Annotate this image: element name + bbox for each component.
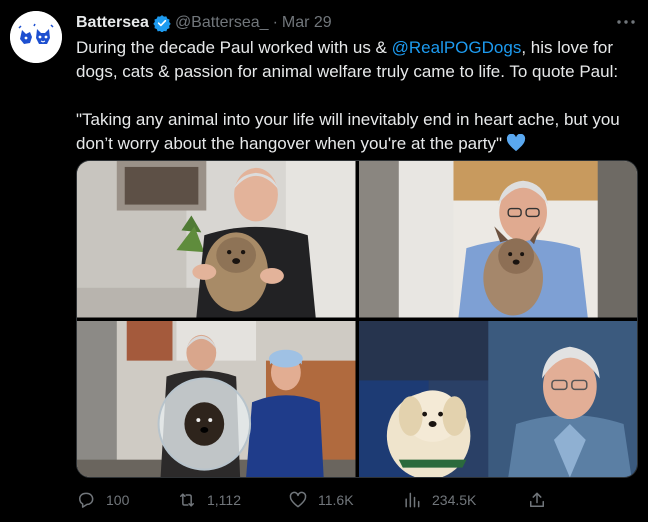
- media-grid: [76, 160, 638, 478]
- reply-button[interactable]: 100: [76, 490, 129, 510]
- heart-icon: [289, 491, 307, 508]
- tweet-actions: 100 1,112 11.6K 234.5K: [76, 488, 636, 512]
- photo-2[interactable]: [358, 161, 637, 318]
- share-icon: [530, 492, 544, 507]
- photo-man-vet-dog-cone-icon: [77, 320, 356, 477]
- battersea-logo-icon: [10, 11, 62, 63]
- views-chart-icon: [405, 492, 420, 508]
- author-avatar[interactable]: [10, 11, 62, 63]
- tweet-quote: "Taking any animal into your life will i…: [76, 110, 620, 153]
- views-count: 234.5K: [432, 492, 477, 508]
- like-count: 11.6K: [318, 492, 354, 508]
- views-button[interactable]: 234.5K: [402, 490, 476, 510]
- blue-heart-icon: [506, 134, 526, 152]
- photo-man-with-terrier-icon: [77, 161, 356, 318]
- like-button[interactable]: 11.6K: [288, 490, 354, 510]
- photo-4[interactable]: [358, 320, 637, 477]
- author-name[interactable]: Battersea: [76, 14, 149, 32]
- tweet-text-part1: During the decade Paul worked with us &: [76, 38, 392, 57]
- retweet-icon: [180, 493, 194, 507]
- share-button[interactable]: [527, 490, 547, 510]
- photo-man-with-white-dog-icon: [358, 320, 637, 477]
- retweet-button[interactable]: 1,112: [177, 490, 241, 510]
- photo-man-holding-terrier-icon: [358, 161, 637, 318]
- retweet-count: 1,112: [207, 492, 241, 508]
- verified-badge-icon: [153, 15, 171, 32]
- author-handle[interactable]: @Battersea_: [175, 14, 269, 32]
- mention-link[interactable]: @RealPOGDogs: [392, 38, 522, 57]
- tweet-header: Battersea @Battersea_ · Mar 29: [76, 13, 332, 33]
- tweet-text: During the decade Paul worked with us & …: [76, 36, 636, 156]
- separator-dot: ·: [272, 14, 278, 31]
- photo-3[interactable]: [77, 320, 356, 477]
- tweet-date[interactable]: Mar 29: [282, 14, 332, 32]
- more-options-icon[interactable]: [614, 12, 638, 32]
- reply-count: 100: [106, 492, 130, 508]
- reply-icon: [79, 492, 94, 508]
- photo-1[interactable]: [77, 161, 356, 318]
